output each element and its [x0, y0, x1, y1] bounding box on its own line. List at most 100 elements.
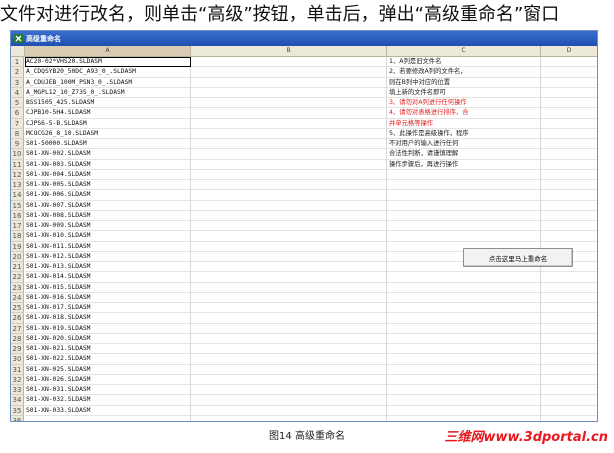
cell-d[interactable]	[541, 160, 597, 170]
row-number[interactable]: 15	[11, 200, 24, 211]
cell-old-filename[interactable]: S01-XN-012.SLDASM	[25, 251, 191, 262]
column-header-b[interactable]: B	[191, 46, 387, 56]
rename-now-button[interactable]: 点击这里马上重命名	[463, 248, 573, 267]
cell-old-filename[interactable]: S01-XN-008.SLDASM	[25, 210, 191, 221]
cell-d[interactable]	[541, 67, 597, 78]
cell-new-filename[interactable]	[191, 251, 387, 262]
row-number[interactable]: 26	[11, 313, 24, 324]
cell-c[interactable]	[387, 221, 541, 232]
cell-c[interactable]	[387, 385, 541, 396]
cell-d[interactable]	[541, 170, 597, 180]
row-number[interactable]: 21	[11, 262, 24, 273]
row-number[interactable]: 6	[11, 108, 24, 119]
cell-old-filename[interactable]: CJPS6-5-B.SLDASM	[25, 118, 191, 129]
cell-new-filename[interactable]	[191, 169, 387, 180]
row-number[interactable]: 35	[11, 405, 24, 416]
cell-d[interactable]	[541, 201, 597, 211]
cell-new-filename[interactable]	[191, 118, 387, 129]
cell-old-filename[interactable]: S01-XN-025.SLDASM	[25, 364, 191, 375]
cell-old-filename[interactable]: S01-XN-017.SLDASM	[25, 303, 191, 314]
cell-d[interactable]	[541, 293, 597, 303]
cell-d[interactable]	[541, 406, 597, 416]
cell-new-filename[interactable]	[191, 128, 387, 139]
row-number[interactable]: 7	[11, 118, 24, 129]
cell-old-filename[interactable]: S01-XN-002.SLDASM	[25, 149, 191, 160]
row-number[interactable]: 29	[11, 344, 24, 355]
row-number[interactable]: 30	[11, 354, 24, 365]
cell-new-filename[interactable]	[191, 210, 387, 221]
cell-c[interactable]	[387, 210, 541, 221]
cell-old-filename[interactable]: S01-XN-014.SLDASM	[25, 272, 191, 283]
row-number[interactable]: 9	[11, 139, 24, 150]
row-number[interactable]: 34	[11, 395, 24, 406]
cell-d[interactable]	[541, 88, 597, 98]
cell-old-filename[interactable]: A_CDUJEB_100M_PSN3_0_.SLDASM	[25, 77, 191, 88]
column-header-c[interactable]: C	[387, 46, 541, 56]
cell-new-filename[interactable]	[191, 180, 387, 191]
cell-d[interactable]	[541, 354, 597, 365]
cell-old-filename[interactable]: S01-XN-007.SLDASM	[25, 200, 191, 211]
row-number[interactable]: 16	[11, 210, 24, 221]
cell-d[interactable]	[541, 416, 597, 421]
row-number[interactable]: 8	[11, 128, 24, 139]
spreadsheet-grid[interactable]: A B C D 1 AC20-02*VHS20.SLDASM 2 A_CDQSYB20…	[11, 46, 597, 421]
cell-c[interactable]	[387, 354, 541, 365]
cell-new-filename[interactable]	[191, 262, 387, 273]
cell-old-filename[interactable]	[25, 415, 191, 421]
cell-old-filename[interactable]: S01-XN-013.SLDASM	[25, 262, 191, 273]
row-number[interactable]: 14	[11, 190, 24, 201]
cell-old-filename[interactable]: MCOCG26_8_10.SLDASM	[25, 128, 191, 139]
column-header-a[interactable]: A	[25, 46, 191, 56]
cell-new-filename[interactable]	[191, 272, 387, 283]
row-number[interactable]: 28	[11, 333, 24, 344]
cell-d[interactable]	[541, 283, 597, 293]
cell-old-filename[interactable]: S01-XN-006.SLDASM	[25, 190, 191, 201]
cell-new-filename[interactable]	[191, 395, 387, 406]
cell-old-filename[interactable]: S01-XN-019.SLDASM	[25, 323, 191, 334]
cell-new-filename[interactable]	[191, 354, 387, 365]
cell-c[interactable]	[387, 313, 541, 324]
cell-d[interactable]	[541, 149, 597, 160]
cell-old-filename[interactable]: S01-XN-004.SLDASM	[25, 169, 191, 180]
select-all-corner[interactable]	[11, 46, 25, 56]
cell-c[interactable]	[387, 292, 541, 303]
row-number[interactable]: 32	[11, 374, 24, 385]
cell-d[interactable]	[541, 98, 597, 109]
cell-d[interactable]	[541, 344, 597, 355]
cell-d[interactable]	[541, 190, 597, 201]
cell-new-filename[interactable]	[191, 344, 387, 355]
row-number[interactable]: 20	[11, 251, 24, 262]
cell-d[interactable]	[541, 57, 597, 68]
cell-c[interactable]	[387, 395, 541, 406]
cell-old-filename[interactable]: S01-XN-016.SLDASM	[25, 292, 191, 303]
cell-c[interactable]	[387, 231, 541, 242]
row-number[interactable]: 25	[11, 303, 24, 314]
cell-old-filename[interactable]: S01-XN-033.SLDASM	[25, 405, 191, 416]
cell-d[interactable]	[541, 211, 597, 221]
cell-c[interactable]	[387, 169, 541, 180]
row-number[interactable]: 3	[11, 77, 24, 88]
cell-new-filename[interactable]	[191, 292, 387, 303]
cell-d[interactable]	[541, 129, 597, 139]
cell-c[interactable]	[387, 364, 541, 375]
cell-c[interactable]	[387, 415, 541, 421]
row-number[interactable]: 5	[11, 98, 24, 109]
row-number[interactable]: 19	[11, 241, 24, 252]
cell-new-filename[interactable]	[191, 364, 387, 375]
cell-old-filename[interactable]: CJPB10-5H4.SLDASM	[25, 108, 191, 119]
cell-new-filename[interactable]	[191, 98, 387, 109]
cell-old-filename[interactable]: S01-XN-009.SLDASM	[25, 221, 191, 232]
cell-c[interactable]	[387, 344, 541, 355]
cell-new-filename[interactable]	[191, 405, 387, 416]
window-titlebar[interactable]: 高级重命名	[11, 31, 597, 46]
cell-new-filename[interactable]	[191, 221, 387, 232]
row-number[interactable]: 36	[11, 415, 24, 421]
cell-d[interactable]	[541, 78, 597, 88]
row-number[interactable]: 22	[11, 272, 24, 283]
cell-d[interactable]	[541, 303, 597, 314]
cell-d[interactable]	[541, 272, 597, 283]
cell-c[interactable]	[387, 180, 541, 191]
cell-old-filename[interactable]: S01-XN-018.SLDASM	[25, 313, 191, 324]
cell-c[interactable]	[387, 405, 541, 416]
row-number[interactable]: 4	[11, 87, 24, 98]
